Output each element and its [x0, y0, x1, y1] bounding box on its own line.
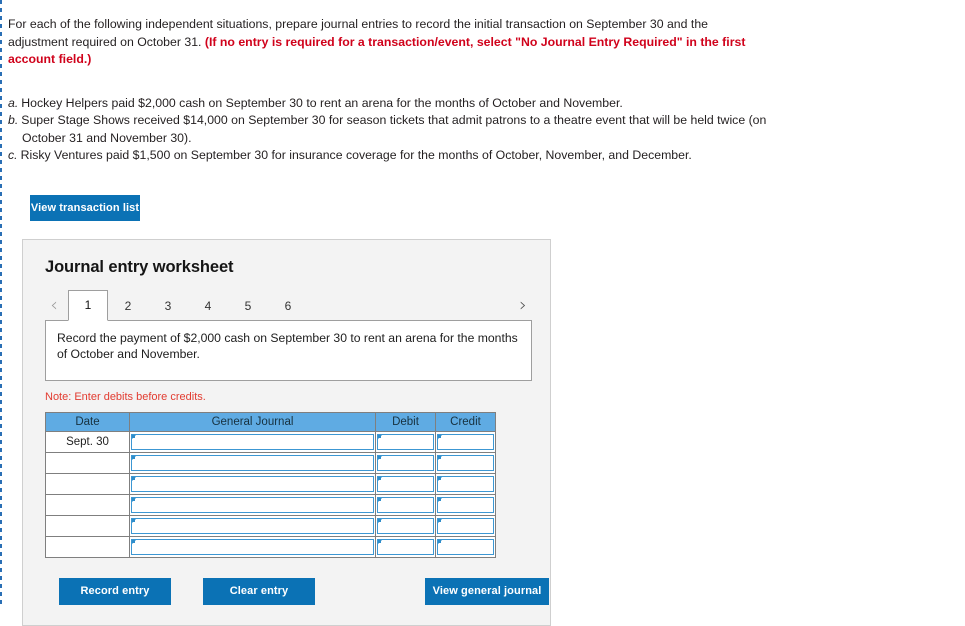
general-journal-cell-row-4[interactable]: [129, 493, 376, 516]
debit-cell-row-3[interactable]: [375, 472, 436, 495]
general-journal-cell-row-1[interactable]: [129, 430, 376, 453]
situation-item-a: a. Hockey Helpers paid $2,000 cash on Sep…: [8, 95, 768, 113]
situation-letter-c: c.: [8, 148, 18, 162]
tab-3[interactable]: 3: [148, 291, 188, 320]
table-row: [45, 535, 496, 558]
debit-cell-row-2[interactable]: [375, 451, 436, 474]
question-prompt: For each of the following independent si…: [8, 16, 768, 69]
left-dotted-rule: [0, 0, 2, 607]
debit-cell-row-5[interactable]: [375, 514, 436, 537]
view-general-journal-button[interactable]: View general journal: [425, 577, 549, 605]
next-tab-arrow-icon[interactable]: ›: [514, 292, 532, 320]
debit-cell-row-1[interactable]: [375, 430, 436, 453]
column-header-credit: Credit: [435, 411, 496, 432]
tab-6[interactable]: 6: [268, 291, 308, 320]
debit-input-row-3[interactable]: [377, 475, 434, 492]
debit-input-row-5[interactable]: [377, 517, 434, 534]
general-journal-cell-row-2[interactable]: [129, 451, 376, 474]
situation-item-b: b. Super Stage Shows received $14,000 on …: [8, 112, 768, 147]
credit-input-row-2[interactable]: [437, 454, 494, 471]
credit-input-row-6[interactable]: [437, 538, 494, 555]
prompt-line2: adjustment required on October 31.: [8, 34, 202, 49]
prompt-line1: For each of the following independent si…: [8, 17, 708, 31]
general-journal-input-row-2[interactable]: [131, 454, 374, 471]
general-journal-input-row-5[interactable]: [131, 517, 374, 534]
general-journal-cell-row-6[interactable]: [129, 535, 376, 558]
journal-entry-table: Date General Journal Debit Credit Sept. …: [45, 411, 496, 558]
date-cell-row-2[interactable]: [45, 451, 130, 474]
general-journal-input-row-3[interactable]: [131, 475, 374, 492]
view-transaction-list-button[interactable]: View transaction list: [30, 194, 140, 221]
column-header-date: Date: [45, 411, 130, 432]
column-header-general-journal: General Journal: [129, 411, 376, 432]
date-cell-row-3[interactable]: [45, 472, 130, 495]
general-journal-cell-row-5[interactable]: [129, 514, 376, 537]
general-journal-input-row-6[interactable]: [131, 538, 374, 555]
table-row: Sept. 30: [45, 430, 496, 453]
credit-input-row-4[interactable]: [437, 496, 494, 513]
date-cell-row-5[interactable]: [45, 514, 130, 537]
debit-input-row-1[interactable]: [377, 433, 434, 450]
general-journal-input-row-4[interactable]: [131, 496, 374, 513]
situation-text-a: Hockey Helpers paid $2,000 cash on Septe…: [21, 95, 623, 110]
worksheet-footer-buttons: Record entry Clear entry View general jo…: [45, 577, 549, 605]
record-entry-button[interactable]: Record entry: [59, 577, 171, 605]
table-row: [45, 451, 496, 474]
credit-cell-row-5[interactable]: [435, 514, 496, 537]
debits-before-credits-note: Note: Enter debits before credits.: [45, 390, 206, 403]
credit-input-row-5[interactable]: [437, 517, 494, 534]
general-journal-input-row-1[interactable]: [131, 433, 374, 450]
table-header-row: Date General Journal Debit Credit: [45, 411, 496, 432]
credit-cell-row-2[interactable]: [435, 451, 496, 474]
debit-cell-row-4[interactable]: [375, 493, 436, 516]
date-cell-row-4[interactable]: [45, 493, 130, 516]
credit-cell-row-4[interactable]: [435, 493, 496, 516]
tab-1[interactable]: 1: [68, 289, 108, 321]
worksheet-tabs: 1 2 3 4 5 6: [68, 289, 308, 321]
credit-cell-row-6[interactable]: [435, 535, 496, 558]
table-row: [45, 472, 496, 495]
situation-letter-a: a.: [8, 95, 19, 110]
credit-cell-row-3[interactable]: [435, 472, 496, 495]
tab-5[interactable]: 5: [228, 291, 268, 320]
worksheet-instruction: Record the payment of $2,000 cash on Sep…: [45, 319, 532, 381]
column-header-debit: Debit: [375, 411, 436, 432]
previous-tab-arrow-icon[interactable]: ‹: [45, 292, 63, 320]
table-row: [45, 493, 496, 516]
credit-cell-row-1[interactable]: [435, 430, 496, 453]
situation-item-c: c. Risky Ventures paid $1,500 on Septembe…: [8, 147, 768, 165]
tab-4[interactable]: 4: [188, 291, 228, 320]
situation-letter-b: b.: [8, 113, 19, 127]
debit-input-row-6[interactable]: [377, 538, 434, 555]
credit-input-row-3[interactable]: [437, 475, 494, 492]
debit-input-row-4[interactable]: [377, 496, 434, 513]
general-journal-cell-row-3[interactable]: [129, 472, 376, 495]
page-content: For each of the following independent si…: [8, 0, 958, 626]
worksheet-title: Journal entry worksheet: [45, 257, 234, 276]
situation-text-b: Super Stage Shows received $14,000 on Se…: [21, 113, 767, 145]
situation-text-c: Risky Ventures paid $1,500 on September …: [20, 148, 692, 162]
date-cell-row-1: Sept. 30: [45, 430, 130, 453]
journal-entry-worksheet-panel: Journal entry worksheet ‹ 1 2 3 4 5 6 › …: [22, 238, 551, 626]
situations-list: a. Hockey Helpers paid $2,000 cash on Sep…: [8, 95, 768, 165]
debit-input-row-2[interactable]: [377, 454, 434, 471]
clear-entry-button[interactable]: Clear entry: [203, 577, 315, 605]
date-cell-row-6[interactable]: [45, 535, 130, 558]
worksheet-tabbar: ‹ 1 2 3 4 5 6 ›: [23, 289, 550, 321]
debit-cell-row-6[interactable]: [375, 535, 436, 558]
tab-2[interactable]: 2: [108, 291, 148, 320]
table-row: [45, 514, 496, 537]
credit-input-row-1[interactable]: [437, 433, 494, 450]
